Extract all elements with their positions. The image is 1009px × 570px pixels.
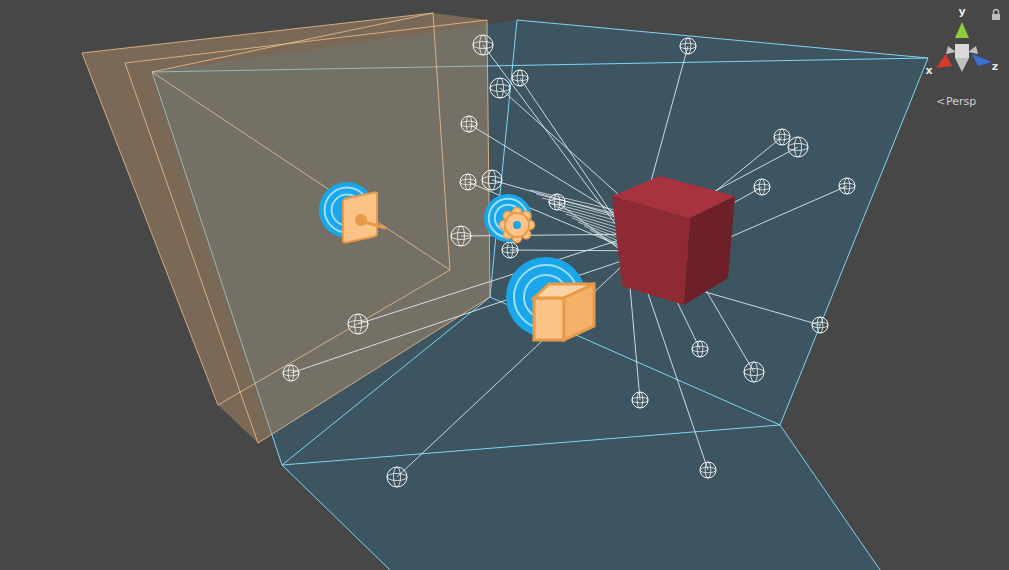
light-probe-icon[interactable] [632,392,648,408]
axis-cone[interactable] [955,22,969,38]
light-probe-icon[interactable] [839,178,855,194]
gear-icon[interactable] [484,194,535,243]
light-probe-icon[interactable] [692,341,708,357]
light-probe-icon[interactable] [460,174,476,190]
light-probe-icon[interactable] [549,194,565,210]
light-probe-icon[interactable] [774,129,790,145]
cube-object[interactable] [612,176,735,305]
light-probe-icon[interactable] [512,70,528,86]
light-probe-icon[interactable] [700,462,716,478]
cube-icon[interactable] [506,257,594,340]
light-probe-icon[interactable] [680,38,696,54]
axis-label: x [925,64,932,77]
projection-icon[interactable]: < [936,95,945,108]
light-probe-icon[interactable] [451,226,471,246]
orientation-gizmo[interactable]: y x z [925,5,998,77]
light-probe-icon[interactable] [482,170,502,190]
light-probe-icon[interactable] [473,35,493,55]
scene-canvas[interactable]: y x z <Persp [0,0,1009,570]
scene-view[interactable]: y x z <Persp [0,0,1009,570]
reflection-probe-icon[interactable] [319,182,386,243]
light-probe-icon[interactable] [387,467,407,487]
light-probe-icon[interactable] [461,116,477,132]
light-probe-icon[interactable] [744,362,764,382]
probe-links [291,45,847,477]
lock-icon[interactable] [992,10,1000,21]
light-probe-icon[interactable] [490,78,510,98]
light-probe-icon[interactable] [754,179,770,195]
axis-cone[interactable] [972,54,992,66]
light-probe-icon[interactable] [502,242,518,258]
projection-label[interactable]: Persp [946,95,976,108]
reflection-probe-box[interactable] [82,13,490,443]
light-probe-icon[interactable] [812,317,828,333]
axis-label: y [958,5,965,18]
light-probe-icon[interactable] [788,137,808,157]
axis-cone[interactable] [936,54,952,68]
axis-label: z [992,60,998,73]
light-probe-icon[interactable] [283,365,299,381]
light-probe-icon[interactable] [348,314,368,334]
